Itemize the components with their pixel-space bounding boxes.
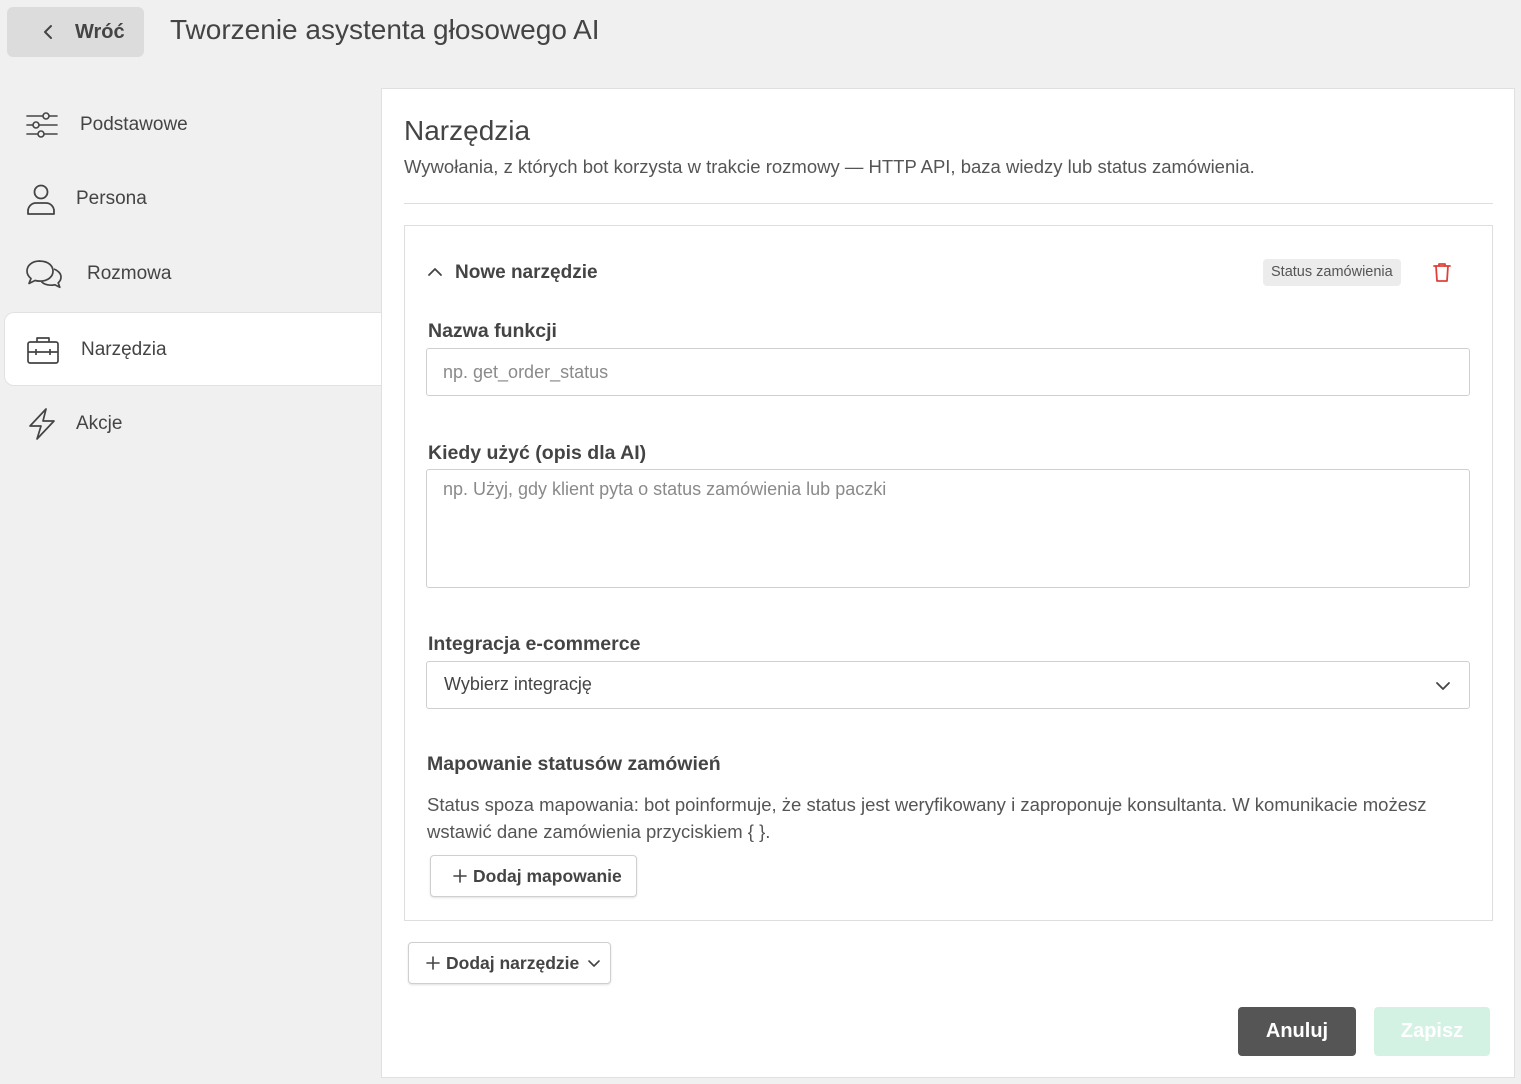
sidebar-item-persona[interactable]: Persona <box>4 162 384 236</box>
section-description: Wywołania, z których bot korzysta w trak… <box>404 156 1255 177</box>
add-tool-button[interactable]: Dodaj narzędzie <box>408 942 611 984</box>
integration-select-value: Wybierz integrację <box>444 674 592 694</box>
sidebar-item-narzedzia[interactable]: Narzędzia <box>4 312 384 386</box>
tool-title[interactable]: Nowe narzędzie <box>455 262 598 284</box>
trash-icon[interactable] <box>1431 261 1453 283</box>
toolbox-icon <box>27 337 59 364</box>
sidebar-item-label: Rozmowa <box>87 263 172 284</box>
plus-icon <box>453 869 467 883</box>
back-button[interactable]: Wróć <box>7 7 144 57</box>
function-name-label: Nazwa funkcji <box>428 320 557 342</box>
sidebar-item-label: Narzędzia <box>81 339 167 360</box>
section-divider <box>404 203 1493 204</box>
mapping-title: Mapowanie statusów zamówień <box>427 753 721 775</box>
sidebar-item-rozmowa[interactable]: Rozmowa <box>4 237 384 311</box>
add-tool-label: Dodaj narzędzie <box>446 952 580 973</box>
lightning-icon <box>29 408 55 440</box>
add-mapping-button[interactable]: Dodaj mapowanie <box>430 855 637 897</box>
tool-type-badge: Status zamówienia <box>1263 259 1401 286</box>
chevron-down-icon <box>1436 682 1450 690</box>
when-to-use-textarea[interactable] <box>426 469 1470 588</box>
plus-icon <box>426 956 440 970</box>
back-button-label: Wróć <box>75 21 125 43</box>
when-to-use-label: Kiedy użyć (opis dla AI) <box>428 442 647 464</box>
page-title: Tworzenie asystenta głosowego AI <box>170 14 600 45</box>
sidebar-item-podstawowe[interactable]: Podstawowe <box>4 88 384 162</box>
tool-card: Nowe narzędzie Status zamówienia Nazwa f… <box>404 225 1493 921</box>
sidebar-item-label: Podstawowe <box>80 114 188 135</box>
cancel-button[interactable]: Anuluj <box>1238 1007 1356 1056</box>
sidebar-item-akcje[interactable]: Akcje <box>4 387 384 461</box>
sidebar-item-label: Persona <box>76 188 147 209</box>
chevron-down-icon <box>588 960 601 967</box>
integration-select[interactable]: Wybierz integrację <box>426 661 1470 709</box>
chevron-left-icon <box>44 25 52 39</box>
sliders-icon <box>26 112 58 138</box>
mapping-description: Status spoza mapowania: bot poinformuje,… <box>427 794 1427 842</box>
main-panel: Narzędzia Wywołania, z których bot korzy… <box>381 88 1515 1078</box>
chevron-up-icon[interactable] <box>427 264 443 280</box>
add-mapping-label: Dodaj mapowanie <box>473 865 622 886</box>
section-title: Narzędzia <box>404 115 531 146</box>
sidebar-item-label: Akcje <box>76 413 123 434</box>
user-icon <box>27 184 55 215</box>
function-name-input[interactable] <box>426 348 1470 396</box>
chat-bubbles-icon <box>26 260 62 289</box>
save-button[interactable]: Zapisz <box>1374 1007 1490 1056</box>
integration-label: Integracja e-commerce <box>428 633 641 655</box>
